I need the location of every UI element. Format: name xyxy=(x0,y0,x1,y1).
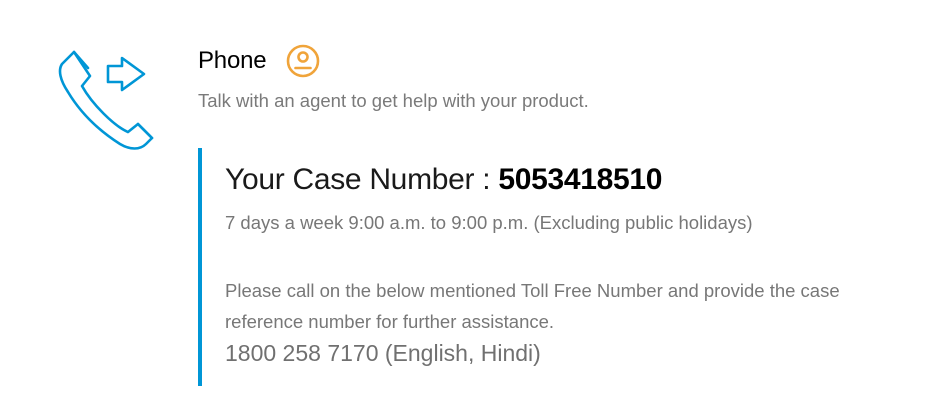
case-number: 5053418510 xyxy=(498,163,663,196)
phone-arrow-icon xyxy=(58,46,156,152)
case-number-line: Your Case Number : 5053418510 xyxy=(225,163,662,197)
support-hours: 7 days a week 9:00 a.m. to 9:00 p.m. (Ex… xyxy=(225,212,753,233)
case-number-label: Your Case Number : xyxy=(225,163,499,196)
toll-free-number[interactable]: 1800 258 7170 (English, Hindi) xyxy=(225,340,541,367)
contact-header: Phone xyxy=(198,44,320,78)
case-info-panel: Your Case Number : 5053418510 7 days a w… xyxy=(198,148,898,386)
call-instructions: Please call on the below mentioned Toll … xyxy=(225,280,840,332)
contact-title: Phone xyxy=(198,47,267,74)
agent-icon xyxy=(286,44,320,78)
contact-subtitle: Talk with an agent to get help with your… xyxy=(198,90,589,111)
